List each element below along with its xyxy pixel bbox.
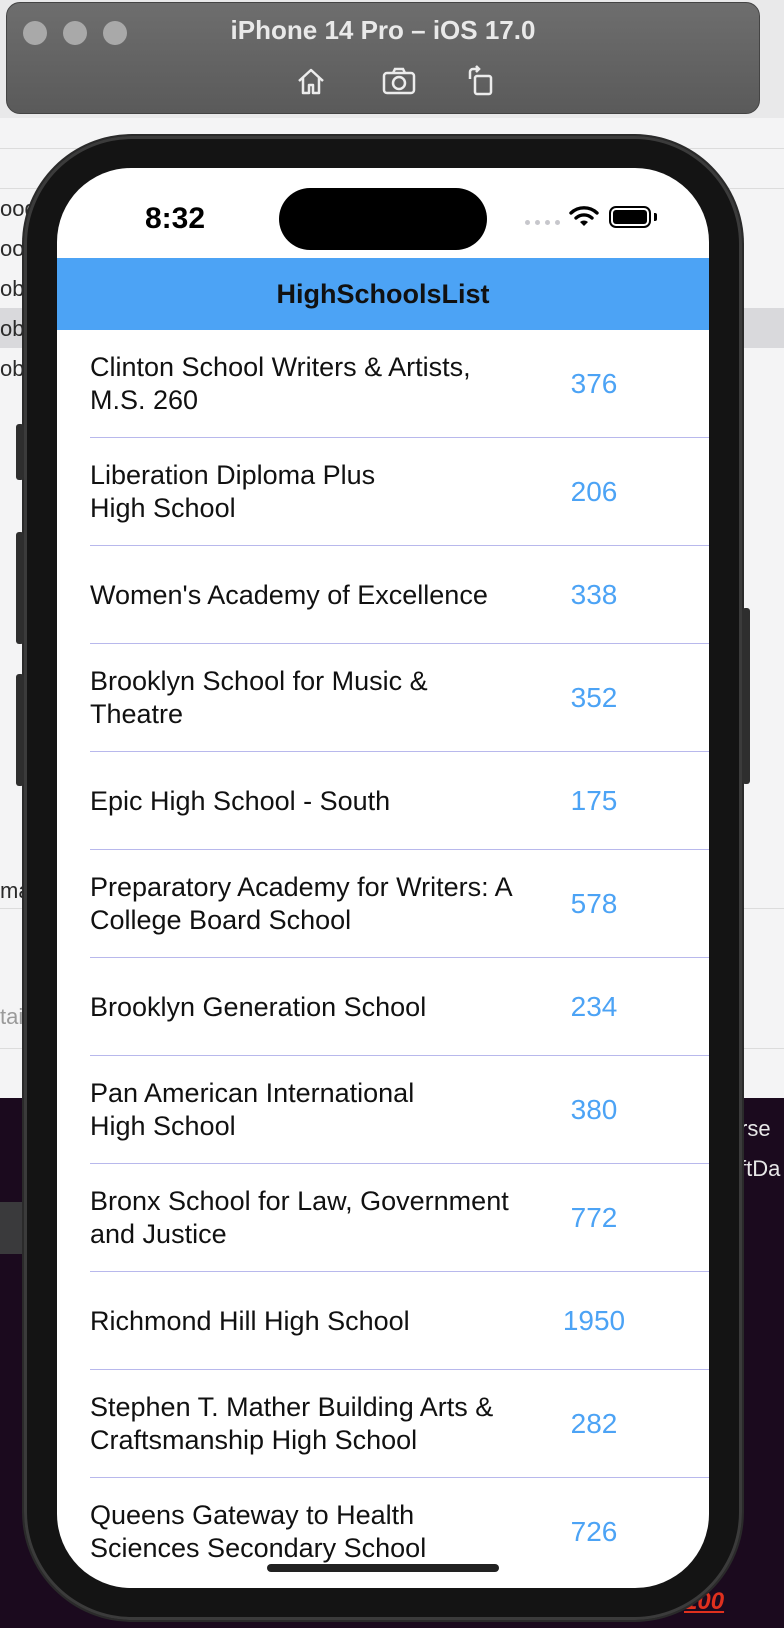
host-text-fragment: ob: [0, 316, 25, 341]
list-item[interactable]: Women's Academy of Excellence 338: [57, 546, 709, 644]
school-name: Richmond Hill High School: [90, 1305, 410, 1336]
list-item[interactable]: Epic High School - South 175: [57, 752, 709, 850]
phone-screen: 8:32 HighSchoolsList Clinton School Writ…: [57, 168, 709, 1588]
school-name: Stephen T. Mather Building Arts & Crafts…: [90, 1392, 494, 1455]
school-name: Epic High School - South: [90, 785, 391, 816]
list-item[interactable]: Pan American International High School 3…: [57, 1056, 709, 1164]
schools-list[interactable]: Clinton School Writers & Artists, M.S. 2…: [57, 330, 709, 1586]
host-text-fragment: tai: [0, 1004, 24, 1029]
list-item[interactable]: Preparatory Academy for Writers: A Colle…: [57, 850, 709, 958]
school-name: Brooklyn Generation School: [90, 991, 427, 1022]
navigation-bar: HighSchoolsList: [57, 258, 709, 330]
school-count: 234: [570, 991, 618, 1022]
school-count: 206: [570, 476, 618, 507]
wifi-icon: [569, 206, 599, 226]
battery-cap: [654, 213, 657, 221]
school-name: Clinton School Writers & Artists, M.S. 2…: [90, 352, 471, 415]
school-count: 175: [570, 785, 618, 816]
simulator-title-bar: iPhone 14 Pro – iOS 17.0: [6, 2, 760, 114]
volume-down-button: [16, 674, 24, 786]
mute-switch: [16, 424, 24, 480]
cellular-signal-icon: [525, 220, 560, 225]
home-button[interactable]: [291, 61, 331, 101]
school-name: Preparatory Academy for Writers: A Colle…: [90, 872, 512, 935]
status-bar: 8:32: [57, 168, 709, 258]
nav-title: HighSchoolsList: [276, 278, 490, 309]
school-name: Brooklyn School for Music & Theatre: [90, 666, 428, 729]
school-count: 772: [570, 1202, 618, 1233]
simulator-title: iPhone 14 Pro – iOS 17.0: [230, 15, 536, 45]
power-button: [742, 608, 750, 784]
school-count: 726: [570, 1516, 618, 1547]
school-count: 352: [570, 682, 618, 713]
school-name: Queens Gateway to Health Sciences Second…: [90, 1500, 427, 1563]
volume-up-button: [16, 532, 24, 644]
screenshot-icon: [382, 67, 416, 95]
status-time: 8:32: [145, 202, 206, 235]
school-name: Bronx School for Law, Government and Jus…: [90, 1186, 509, 1249]
battery-icon: [609, 206, 651, 228]
list-item[interactable]: Brooklyn Generation School 234: [57, 958, 709, 1056]
list-item[interactable]: Bronx School for Law, Government and Jus…: [57, 1164, 709, 1272]
rotate-button[interactable]: [461, 61, 501, 101]
screenshot-button[interactable]: [379, 61, 419, 101]
host-text-fragment: rse: [740, 1116, 771, 1141]
rotate-icon: [468, 65, 493, 96]
list-item[interactable]: Clinton School Writers & Artists, M.S. 2…: [57, 330, 709, 438]
school-name: Pan American International High School: [90, 1078, 415, 1141]
school-count: 1950: [562, 1305, 626, 1336]
school-count: 578: [570, 888, 618, 919]
home-indicator[interactable]: [267, 1564, 499, 1572]
list-item[interactable]: Stephen T. Mather Building Arts & Crafts…: [57, 1370, 709, 1478]
school-count: 338: [570, 579, 618, 610]
school-count: 282: [570, 1408, 618, 1439]
list-item[interactable]: Richmond Hill High School 1950: [57, 1272, 709, 1370]
school-count: 376: [570, 368, 618, 399]
school-count: 380: [570, 1094, 618, 1125]
list-item[interactable]: Liberation Diploma Plus High School 206: [57, 438, 709, 546]
home-icon: [298, 68, 324, 95]
dynamic-island: [279, 188, 487, 250]
list-item[interactable]: Brooklyn School for Music & Theatre 352: [57, 644, 709, 752]
host-text-fragment: ftDa: [740, 1156, 781, 1181]
school-name: Liberation Diploma Plus High School: [90, 460, 376, 523]
school-name: Women's Academy of Excellence: [90, 579, 488, 610]
